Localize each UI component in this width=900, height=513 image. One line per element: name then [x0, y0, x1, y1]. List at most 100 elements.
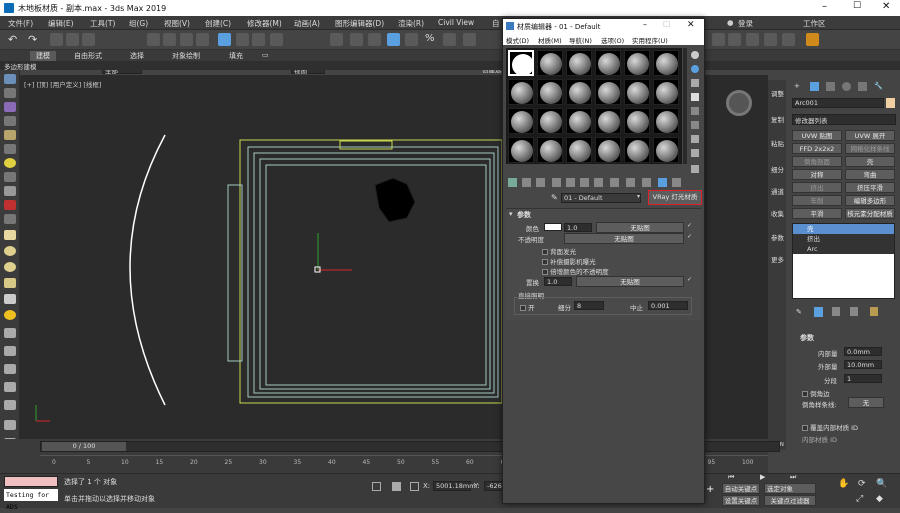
select-and-move-icon[interactable] [218, 33, 231, 46]
menu-graph-editors[interactable]: 图形编辑器(D) [335, 18, 384, 29]
stack-item-shell[interactable]: 壳 [793, 224, 894, 234]
max-creation-graph-icon[interactable] [806, 33, 819, 46]
tool-icon-19[interactable] [4, 346, 16, 356]
go-to-end-icon[interactable]: ⏭ [790, 473, 796, 482]
get-material-icon[interactable] [508, 178, 517, 187]
sample-slot[interactable] [624, 108, 650, 134]
menu-create[interactable]: 创建(C) [205, 18, 231, 29]
sample-slot[interactable] [508, 137, 534, 163]
sample-slot[interactable] [595, 50, 621, 76]
sample-slot[interactable] [537, 79, 563, 105]
tool-icon-23[interactable] [4, 420, 16, 430]
bind-space-warp-icon[interactable] [82, 33, 95, 46]
modify-panel-icon[interactable] [810, 82, 819, 91]
side-tab-params[interactable]: 参数 [771, 232, 784, 242]
menu-edit[interactable]: 编辑(E) [48, 18, 74, 29]
color-map-button[interactable]: 无贴图 [596, 222, 684, 233]
sample-slot[interactable] [653, 137, 679, 163]
opacity-map-button[interactable]: 无贴图 [564, 233, 684, 244]
menu-civil-view[interactable]: Civil View [438, 18, 474, 27]
percent-snap-icon[interactable]: % [425, 33, 438, 46]
isolate-selection-icon[interactable] [372, 482, 381, 491]
select-and-scale-icon[interactable] [252, 33, 265, 46]
sample-slot[interactable] [653, 50, 679, 76]
compensate-exposure-checkbox[interactable]: 补偿摄影机曝光 [542, 256, 596, 266]
inner-amount-spinner[interactable]: 0.0mm [844, 347, 882, 356]
side-tab-more[interactable]: 更多 [771, 254, 784, 264]
sample-slot[interactable] [595, 79, 621, 105]
video-color-check-icon[interactable] [691, 107, 699, 115]
options-icon[interactable] [691, 135, 699, 143]
menu-modifiers[interactable]: 修改器(M) [247, 18, 282, 29]
pivot-center-icon[interactable] [330, 33, 343, 46]
selection-set-dropdown[interactable]: 选定对象 [764, 483, 816, 494]
make-unique-icon[interactable] [832, 307, 840, 316]
displace-map-button[interactable]: 无贴图 [576, 276, 684, 287]
object-color-swatch[interactable] [886, 98, 895, 108]
keyboard-shortcut-icon[interactable] [368, 33, 381, 46]
rollout-collapse-icon[interactable]: ▾ [509, 210, 513, 218]
zoom-icon[interactable]: 🔍 [876, 479, 887, 489]
object-name-field[interactable]: Arc001 [792, 98, 884, 108]
params-rollout-title[interactable]: 参数 [800, 333, 814, 343]
shell-button[interactable]: 壳 [845, 156, 895, 167]
side-tab-channel[interactable]: 通道 [771, 186, 784, 196]
select-place-icon[interactable] [270, 33, 283, 46]
sample-type-icon[interactable] [691, 51, 699, 59]
unlink-icon[interactable] [66, 33, 79, 46]
multiply-color-by-opacity-checkbox[interactable]: 倍增颜色的不透明度 [542, 266, 609, 276]
utilities-panel-icon[interactable]: 🔧 [874, 82, 883, 90]
tool-icon-10[interactable] [4, 200, 16, 210]
y-coord-field[interactable]: -626.517 [484, 481, 504, 491]
subdivs-spinner[interactable]: 8 [574, 301, 604, 310]
pan-view-icon[interactable]: ✋ [838, 479, 849, 489]
tool-icon-4[interactable] [4, 116, 16, 126]
medit-minimize-button[interactable]: – [643, 20, 647, 29]
ribbon-tab-freeform[interactable]: 自由形式 [74, 51, 102, 61]
background-icon[interactable] [691, 79, 699, 87]
segments-spinner[interactable]: 1 [844, 374, 882, 383]
bevel-spline-button[interactable]: 无 [848, 397, 884, 408]
time-slider-handle[interactable]: 0 / 100 [42, 442, 126, 451]
redo-icon[interactable]: ↷ [28, 33, 41, 46]
remove-modifier-icon[interactable] [850, 307, 858, 316]
link-icon[interactable] [50, 33, 63, 46]
sample-slot[interactable] [653, 108, 679, 134]
material-name-dropdown[interactable]: ▾ [637, 193, 640, 200]
sample-slot[interactable] [595, 108, 621, 134]
override-inner-mat-checkbox[interactable]: 覆盖内部材质 ID [802, 422, 858, 432]
hierarchy-panel-icon[interactable] [826, 82, 835, 91]
sample-slot[interactable] [508, 108, 534, 134]
sphere-primitive-icon[interactable] [4, 246, 16, 256]
show-end-result-mat-icon[interactable] [642, 178, 651, 187]
window-crossing-icon[interactable] [196, 33, 209, 46]
play-icon[interactable]: ▶ [760, 473, 765, 481]
bevel-profile-button[interactable]: 倒角剖面 [792, 156, 842, 167]
sample-slot[interactable] [537, 108, 563, 134]
sample-slot[interactable] [624, 50, 650, 76]
sample-slot[interactable] [566, 108, 592, 134]
side-tab-adjust[interactable]: 调整 [771, 88, 784, 98]
add-time-tag-icon[interactable]: + [706, 484, 714, 495]
show-shaded-material-icon[interactable] [626, 178, 635, 187]
minimize-button[interactable]: – [822, 1, 827, 12]
medit-menu-utilities[interactable]: 实用程序(U) [632, 35, 668, 45]
tool-icon-21[interactable] [4, 382, 16, 392]
viewcube[interactable] [726, 90, 752, 116]
put-to-scene-icon[interactable] [522, 178, 531, 187]
sample-slot[interactable] [624, 137, 650, 163]
close-button[interactable]: ✕ [882, 1, 890, 12]
stack-item-extrude[interactable]: 挤出 [793, 234, 894, 244]
side-tab-collect[interactable]: 收集 [771, 208, 784, 218]
extrude-button[interactable]: 挤出 [792, 182, 842, 193]
symmetry-button[interactable]: 对称 [792, 169, 842, 180]
menu-file[interactable]: 文件(F) [8, 18, 33, 29]
assign-to-selection-icon[interactable] [536, 178, 545, 187]
put-to-library-icon[interactable] [594, 178, 603, 187]
maxscript-output[interactable]: Testing for ADS [4, 489, 58, 511]
ribbon-tab-populate[interactable]: 填充 [229, 51, 243, 61]
material-type-button[interactable]: VRay 灯光材质 [648, 190, 702, 205]
sample-slot-active[interactable] [508, 50, 534, 76]
bevel-edge-checkbox[interactable]: 倒角边 [802, 388, 830, 398]
side-tab-copy[interactable]: 复制 [771, 114, 784, 124]
